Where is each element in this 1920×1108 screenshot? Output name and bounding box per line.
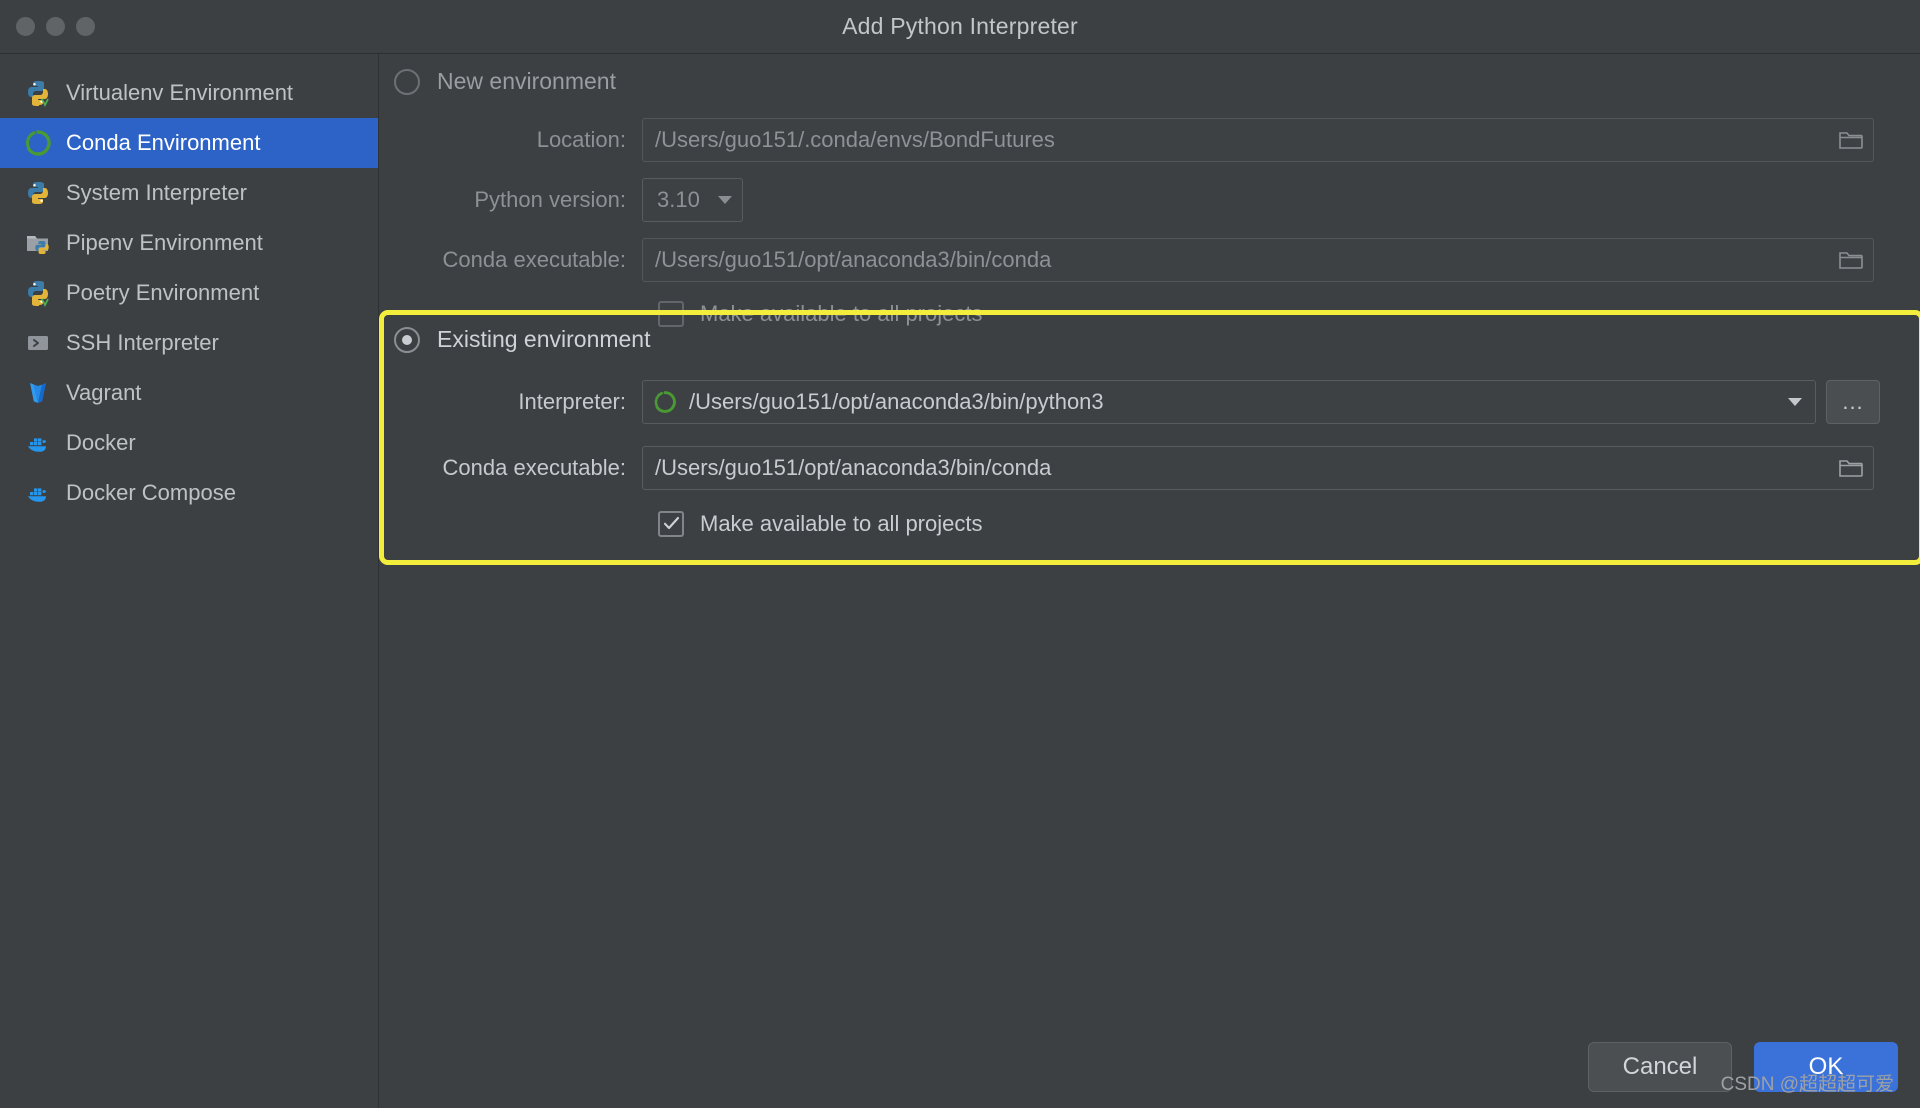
python-version-row: Python version: 3.10 xyxy=(394,177,1908,223)
zoom-window-button[interactable] xyxy=(76,17,95,36)
folder-icon[interactable] xyxy=(1829,119,1873,161)
interpreter-value: /Users/guo151/opt/anaconda3/bin/python3 xyxy=(689,389,1104,414)
ssh-terminal-icon xyxy=(24,329,52,357)
new-make-available-checkbox[interactable] xyxy=(658,301,684,327)
sidebar-item-docker-compose[interactable]: Docker Compose xyxy=(0,468,378,518)
add-python-interpreter-dialog: Add Python Interpreter Virtualenv Enviro… xyxy=(0,0,1920,1108)
folder-icon[interactable] xyxy=(1829,239,1873,281)
interpreter-row: Interpreter: /Users/guo151/opt/anaconda3… xyxy=(394,379,1908,425)
sidebar-item-virtualenv-environment[interactable]: Virtualenv Environment xyxy=(0,68,378,118)
python-version-label: Python version: xyxy=(474,187,626,212)
sidebar-item-poetry-environment[interactable]: Poetry Environment xyxy=(0,268,378,318)
traffic-light-buttons xyxy=(16,17,95,36)
sidebar-item-label: Conda Environment xyxy=(66,130,261,155)
interpreter-browse-button[interactable]: ... xyxy=(1826,380,1880,424)
pipenv-folder-python-icon xyxy=(24,229,52,257)
ok-button[interactable]: OK xyxy=(1754,1042,1898,1092)
new-environment-radio[interactable] xyxy=(394,68,420,95)
existing-conda-executable-row: Conda executable: /Users/guo151/opt/anac… xyxy=(394,445,1908,491)
location-input[interactable]: /Users/guo151/.conda/envs/BondFutures xyxy=(642,118,1874,162)
chevron-down-icon xyxy=(717,196,732,204)
cancel-button[interactable]: Cancel xyxy=(1588,1042,1732,1092)
interpreter-select[interactable]: /Users/guo151/opt/anaconda3/bin/python3 xyxy=(642,380,1816,424)
docker-icon xyxy=(24,429,52,457)
new-make-available-label: Make available to all projects xyxy=(700,301,983,326)
python-poetry-icon xyxy=(24,279,52,307)
existing-conda-executable-input[interactable]: /Users/guo151/opt/anaconda3/bin/conda xyxy=(642,446,1874,490)
location-value: /Users/guo151/.conda/envs/BondFutures xyxy=(655,127,1055,152)
existing-make-available-label: Make available to all projects xyxy=(700,511,983,536)
check-icon xyxy=(663,515,680,537)
sidebar-item-label: Virtualenv Environment xyxy=(66,80,294,105)
interpreter-type-sidebar: Virtualenv Environment Conda Environment xyxy=(0,54,379,1108)
existing-environment-section: Existing environment Interpreter: /Users… xyxy=(394,326,1908,537)
new-environment-label: New environment xyxy=(437,68,616,94)
interpreter-settings-panel: New environment Location: /Users/guo151/… xyxy=(379,54,1920,1108)
existing-make-available-row[interactable]: Make available to all projects xyxy=(642,511,1908,537)
existing-make-available-checkbox[interactable] xyxy=(658,511,684,537)
sidebar-item-label: Poetry Environment xyxy=(66,280,260,305)
sidebar-item-label: Pipenv Environment xyxy=(66,230,263,255)
python-virtualenv-icon xyxy=(24,79,52,107)
minimize-window-button[interactable] xyxy=(46,17,65,36)
python-version-select[interactable]: 3.10 xyxy=(642,178,743,222)
existing-environment-radio[interactable] xyxy=(394,326,420,353)
new-conda-executable-label: Conda executable: xyxy=(442,247,626,272)
dialog-footer: Cancel OK xyxy=(1588,1042,1898,1092)
location-row: Location: /Users/guo151/.conda/envs/Bond… xyxy=(394,117,1908,163)
folder-icon[interactable] xyxy=(1829,447,1873,489)
dialog-body: Virtualenv Environment Conda Environment xyxy=(0,54,1920,1108)
interpreter-label: Interpreter: xyxy=(518,389,626,414)
sidebar-item-vagrant[interactable]: Vagrant xyxy=(0,368,378,418)
python-icon xyxy=(24,179,52,207)
sidebar-item-conda-environment[interactable]: Conda Environment xyxy=(0,118,378,168)
sidebar-item-label: System Interpreter xyxy=(66,180,247,205)
conda-icon xyxy=(653,390,681,414)
title-bar: Add Python Interpreter xyxy=(0,0,1920,54)
sidebar-item-system-interpreter[interactable]: System Interpreter xyxy=(0,168,378,218)
sidebar-item-ssh-interpreter[interactable]: SSH Interpreter xyxy=(0,318,378,368)
window-title: Add Python Interpreter xyxy=(842,13,1078,39)
sidebar-item-docker[interactable]: Docker xyxy=(0,418,378,468)
new-make-available-row[interactable]: Make available to all projects xyxy=(642,301,1908,327)
close-window-button[interactable] xyxy=(16,17,35,36)
sidebar-item-label: Docker xyxy=(66,430,136,455)
sidebar-item-pipenv-environment[interactable]: Pipenv Environment xyxy=(0,218,378,268)
new-conda-executable-value: /Users/guo151/opt/anaconda3/bin/conda xyxy=(655,247,1052,272)
new-environment-radio-row[interactable]: New environment xyxy=(394,68,1908,95)
existing-conda-executable-value: /Users/guo151/opt/anaconda3/bin/conda xyxy=(655,455,1052,480)
docker-compose-icon xyxy=(24,479,52,507)
sidebar-item-label: SSH Interpreter xyxy=(66,330,219,355)
existing-conda-executable-label: Conda executable: xyxy=(442,455,626,480)
new-conda-executable-row: Conda executable: /Users/guo151/opt/anac… xyxy=(394,237,1908,283)
existing-environment-radio-row[interactable]: Existing environment xyxy=(394,326,1908,353)
location-label: Location: xyxy=(536,127,626,152)
new-environment-section: New environment Location: /Users/guo151/… xyxy=(394,68,1908,327)
conda-icon xyxy=(24,129,52,157)
sidebar-item-label: Vagrant xyxy=(66,380,142,405)
new-conda-executable-input[interactable]: /Users/guo151/opt/anaconda3/bin/conda xyxy=(642,238,1874,282)
chevron-down-icon[interactable] xyxy=(1775,398,1815,406)
vagrant-icon xyxy=(24,379,52,407)
python-version-value: 3.10 xyxy=(657,187,700,212)
sidebar-item-label: Docker Compose xyxy=(66,480,236,505)
existing-environment-label: Existing environment xyxy=(437,326,651,352)
